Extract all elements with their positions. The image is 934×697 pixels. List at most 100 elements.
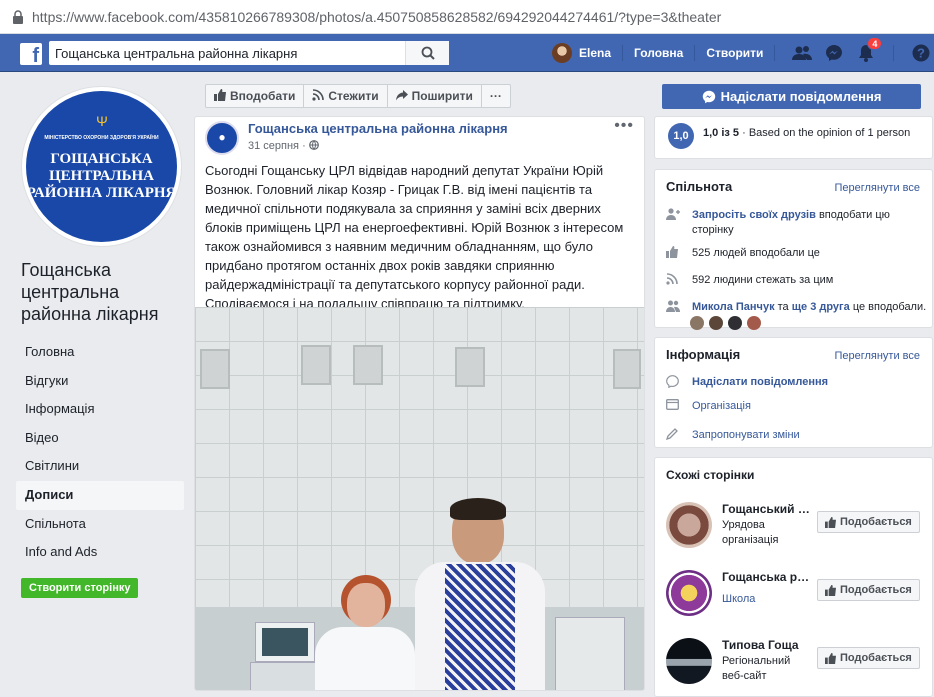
- similar-page-like-label: Подобається: [840, 652, 912, 664]
- sidebar-item-videos[interactable]: Відео: [16, 424, 184, 453]
- similar-page-name[interactable]: Типова Гоща: [722, 638, 812, 652]
- person-man: [405, 498, 555, 690]
- url-text[interactable]: https://www.facebook.com/435810266789308…: [32, 9, 721, 25]
- lock-icon: [13, 9, 23, 24]
- like-page-button[interactable]: Вподобати: [206, 85, 305, 107]
- similar-page-name[interactable]: Гощанський …: [722, 502, 812, 516]
- avatar[interactable]: [552, 43, 572, 63]
- rating-out-of: 1,0 із 5: [703, 127, 740, 139]
- category-card-icon: [666, 399, 684, 415]
- monitor-screen: [262, 628, 308, 656]
- similar-page-like-button[interactable]: Подобається: [817, 647, 920, 669]
- divider: [622, 45, 624, 61]
- similar-pages-title: Схожі сторінки: [666, 468, 755, 482]
- pencil-icon: [665, 428, 684, 445]
- search-button[interactable]: [405, 41, 449, 65]
- invite-friends-link[interactable]: Запросіть своїх друзів: [692, 209, 816, 221]
- similar-page-item: Гощанська р… Школа Подобається: [666, 570, 926, 626]
- search-box[interactable]: [49, 41, 449, 65]
- friend-liked-rest: це вподобали.: [852, 301, 927, 313]
- info-category-link[interactable]: Організація: [692, 399, 751, 414]
- send-message-button[interactable]: Надіслати повідомлення: [662, 84, 921, 109]
- sidebar-item-reviews[interactable]: Відгуки: [16, 367, 184, 396]
- suggest-edits-link[interactable]: Запропонувати зміни: [692, 428, 800, 443]
- info-see-all-link[interactable]: Переглянути все: [834, 350, 920, 362]
- profile-sign-big-text: ГОЩАНСЬКА ЦЕНТРАЛЬНА РАЙОННА ЛІКАРНЯ: [26, 151, 177, 201]
- post-text: Сьогодні Гощанську ЦРЛ відвідав народний…: [205, 163, 624, 311]
- wall-vent: [353, 345, 383, 385]
- similar-page-like-button[interactable]: Подобається: [817, 511, 920, 533]
- share-button[interactable]: Поширити: [388, 85, 482, 107]
- more-friends-link[interactable]: ще 3 друга: [792, 301, 850, 313]
- similar-page-name[interactable]: Гощанська р…: [722, 570, 812, 584]
- facebook-logo-icon[interactable]: f: [20, 43, 42, 65]
- post-date[interactable]: 31 серпня ·: [248, 140, 319, 152]
- share-arrow-icon: [395, 89, 408, 104]
- thumbs-up-icon: [214, 88, 226, 104]
- similar-page-like-button[interactable]: Подобається: [817, 579, 920, 601]
- community-see-all-link[interactable]: Переглянути все: [834, 182, 920, 194]
- more-actions-button[interactable]: ···: [482, 85, 510, 107]
- invite-friends-icon: [666, 208, 684, 225]
- sidebar-item-about[interactable]: Інформація: [16, 395, 184, 424]
- similar-page-avatar[interactable]: [666, 570, 712, 616]
- rating-text: 1,0 із 5 · Based on the opinion of 1 per…: [703, 127, 911, 139]
- sidebar-item-photos[interactable]: Світлини: [16, 452, 184, 481]
- divider: [694, 45, 696, 61]
- friend-avatars: [690, 316, 766, 330]
- info-suggest-row: Запропонувати зміни: [665, 428, 800, 445]
- thumbs-up-icon: [666, 246, 684, 263]
- sidebar-item-home[interactable]: Головна: [16, 338, 184, 367]
- equipment-cart: [555, 617, 625, 690]
- trident-emblem-icon: Ψ: [96, 113, 108, 129]
- sidebar-item-posts[interactable]: Дописи: [16, 480, 184, 510]
- wall-vent: [301, 345, 331, 385]
- profile-link[interactable]: Elena: [579, 46, 611, 60]
- similar-pages-box: Схожі сторінки Гощанський … Урядова орга…: [654, 457, 933, 697]
- rss-icon: [666, 273, 684, 290]
- similar-page-avatar[interactable]: [666, 502, 712, 548]
- messenger-icon[interactable]: [821, 40, 847, 66]
- browser-address-bar[interactable]: https://www.facebook.com/435810266789308…: [0, 0, 934, 34]
- post-options-icon[interactable]: •••: [614, 117, 634, 135]
- friend-requests-icon[interactable]: [789, 40, 815, 66]
- community-box: Спільнота Переглянути все Запросіть свої…: [654, 169, 933, 330]
- post-photo[interactable]: [195, 307, 644, 690]
- create-link[interactable]: Створити: [706, 46, 763, 60]
- similar-page-category: Школа: [722, 593, 756, 605]
- friend-name-link[interactable]: Микола Панчук: [692, 301, 775, 313]
- similar-page-category: Регіональний веб-сайт: [722, 655, 791, 682]
- page-action-bar: Вподобати Стежити Поширити ···: [205, 84, 511, 108]
- more-actions-label: ···: [489, 89, 502, 103]
- community-title: Спільнота: [666, 179, 733, 194]
- likes-row: 525 людей вподобали це: [666, 246, 820, 263]
- messenger-icon: [666, 375, 684, 393]
- similar-page-avatar[interactable]: [666, 638, 712, 684]
- info-send-message-link[interactable]: Надіслати повідомлення: [692, 375, 828, 390]
- friends-icon: [666, 300, 684, 317]
- friend-and-text: та: [777, 301, 789, 313]
- post-date-text: 31 серпня: [248, 140, 300, 152]
- left-sidebar: Ψ МІНІСТЕРСТВО ОХОРОНИ ЗДОРОВ'Я УКРАЇНИ …: [0, 72, 194, 691]
- avatar[interactable]: [709, 316, 723, 330]
- avatar[interactable]: [747, 316, 761, 330]
- home-link[interactable]: Головна: [634, 46, 683, 60]
- profile-picture[interactable]: Ψ МІНІСТЕРСТВО ОХОРОНИ ЗДОРОВ'Я УКРАЇНИ …: [21, 86, 182, 247]
- help-icon[interactable]: ?: [908, 40, 934, 66]
- info-message-row: Надіслати повідомлення: [666, 375, 828, 393]
- sidebar-item-community[interactable]: Спільнота: [16, 510, 184, 539]
- avatar[interactable]: [690, 316, 704, 330]
- post-author-avatar[interactable]: ⬤: [205, 121, 239, 155]
- post-author-name[interactable]: Гощанська центральна районна лікарня: [248, 121, 508, 136]
- search-input[interactable]: [49, 41, 409, 65]
- woman-face: [347, 583, 385, 627]
- woman-coat: [315, 627, 415, 690]
- thumbs-up-icon: [825, 652, 836, 664]
- follow-button[interactable]: Стежити: [304, 85, 388, 107]
- avatar[interactable]: [728, 316, 742, 330]
- create-page-button[interactable]: Створити сторінку: [21, 578, 139, 598]
- similar-page-like-label: Подобається: [840, 584, 912, 596]
- notifications-bell-icon[interactable]: 4: [853, 37, 883, 66]
- friends-liked-row: Микола Панчук та ще 3 друга це вподобали…: [666, 300, 928, 317]
- sidebar-item-info-and-ads[interactable]: Info and Ads: [16, 538, 184, 567]
